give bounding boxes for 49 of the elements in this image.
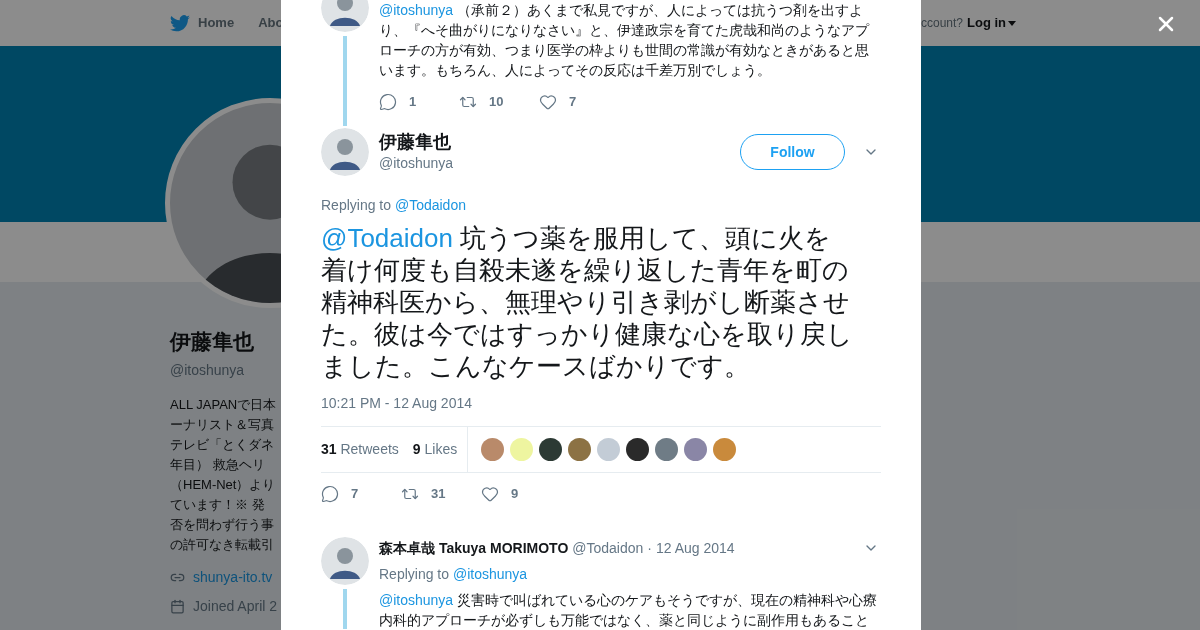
login-button[interactable]: Log in [967, 13, 1016, 33]
author-name[interactable]: 伊藤隼也 [379, 130, 454, 153]
profile-name: 伊藤隼也 [170, 329, 255, 355]
joined-date: Joined April 2 [193, 596, 278, 616]
like-icon [481, 484, 499, 503]
action-button[interactable]: 10 [459, 92, 539, 112]
bio-line: （HEM-Net）より [170, 475, 277, 494]
author-handle: @itoshunya [379, 153, 454, 173]
action-button[interactable]: 9 [481, 484, 561, 504]
avatar[interactable] [321, 128, 369, 176]
mention-link[interactable]: @Todaidon [321, 223, 453, 253]
bio-line: ーナリスト＆写真 [170, 415, 275, 434]
bio-line: 年目） 救急ヘリ [170, 455, 266, 474]
replying-to-text: Replying to @itoshunya [379, 564, 529, 584]
account-prompt: ccount? [920, 15, 963, 32]
liker-avatar[interactable] [626, 438, 650, 461]
engagement-stat[interactable]: 9 Likes [412, 439, 458, 460]
mention-link[interactable]: @itoshunya [379, 591, 454, 608]
mention-link[interactable]: @itoshunya [379, 2, 454, 18]
replying-to-text: Replying to @Todaidon [321, 196, 467, 215]
author-name[interactable]: 森本卓哉 Takuya MORIMOTO [379, 537, 569, 559]
tweet-date[interactable]: 12 Aug 2014 [656, 537, 735, 559]
tweet-text: @itoshunya 災害時で叫ばれている心のケアもそうですが、現在の精神科や心療内科的アプローチが必ずしも万能ではなく、薬と同じように副作用もあること [379, 590, 879, 630]
nav-link[interactable]: Home [170, 13, 235, 33]
mention-link[interactable]: @Todaidon [394, 197, 466, 213]
bio-line: の許可なき転載引 [170, 535, 275, 554]
calendar-icon [170, 598, 185, 614]
separator-dot: · [647, 538, 652, 558]
bird-logo-icon [170, 14, 190, 32]
bio-line: ています！※ 発 [170, 495, 266, 514]
bio-line: 否を問わず行う事 [170, 515, 275, 534]
like-icon [539, 92, 557, 111]
action-button[interactable]: 31 [401, 484, 481, 504]
action-button[interactable]: 7 [321, 484, 401, 504]
avatar[interactable] [321, 536, 369, 585]
reply-icon [379, 92, 397, 111]
tweet-text: @Todaidon 坑うつ薬を服用して、頭に火を着け何度も自殺未遂を繰り返した青年を町の精神科医から、無理やり引き剥がし断薬させた。彼は今ではすっかり健康な心を取り戻しました。こんなケースばかりです。 [321, 222, 854, 382]
tweet-timestamp[interactable]: 10:21 PM - 12 Aug 2014 [321, 393, 881, 414]
action-button[interactable]: 1 [379, 92, 459, 112]
reply-icon [321, 484, 339, 503]
profile-handle: @itoshunya [170, 360, 246, 380]
mention-link[interactable]: @itoshunya [452, 565, 528, 582]
bio-line: テレビ「とくダネ [170, 435, 275, 454]
action-button[interactable]: 7 [539, 92, 619, 112]
tweet-text: @itoshunya （承前２）あくまで私見ですが、人によっては抗うつ剤を出すより、『へそ曲がりになりなさい』と、伊達政宗を育てた虎哉和尚のようなアプローチの方が有効、つまり医学の枠よりも世間の常識が有効なときがあると思います。もちろん、人によってその反応は千差万別でしょう。 [379, 1, 869, 80]
engagement-stat[interactable]: 31 Retweets [321, 439, 399, 460]
bio-line: ALL JAPANで日本 [170, 395, 278, 414]
liker-avatar[interactable] [539, 438, 563, 461]
author-handle: @Todaidon [572, 538, 644, 558]
